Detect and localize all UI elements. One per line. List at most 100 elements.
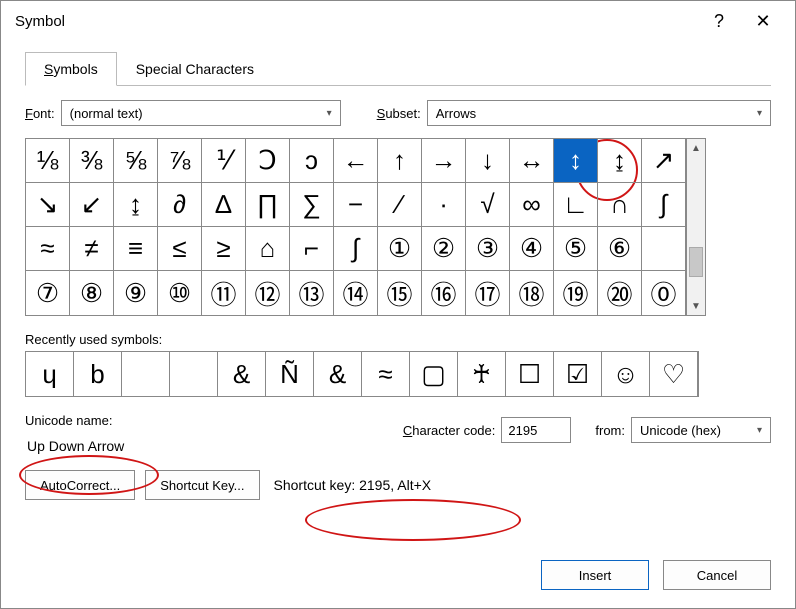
symbol-cell[interactable]: ↙ (70, 183, 114, 227)
tab-special-characters[interactable]: Special Characters (117, 52, 273, 86)
symbol-cell[interactable]: ↔ (510, 139, 554, 183)
scroll-down-icon[interactable]: ▼ (687, 297, 705, 315)
help-button[interactable]: ? (697, 5, 741, 37)
symbol-cell[interactable] (642, 227, 686, 271)
symbol-cell[interactable]: Ↄ (246, 139, 290, 183)
symbol-grid: ⅛⅜⅝⅞⅟Ↄↄ←↑→↓↔↕↨↗↘↙↨∂∆∏∑−∕∙√∞∟∩∫≈≠≡≤≥⌂⌐∫①②… (25, 138, 686, 316)
recent-cell[interactable]: ▢ (410, 352, 458, 396)
symbol-cell[interactable]: ⑩ (158, 271, 202, 315)
shortcut-text: Shortcut key: 2195, Alt+X (270, 477, 436, 493)
cancel-button[interactable]: Cancel (663, 560, 771, 590)
symbol-cell[interactable]: ① (378, 227, 422, 271)
autocorrect-button[interactable]: AutoCorrect... (25, 470, 135, 500)
symbol-cell[interactable]: ∏ (246, 183, 290, 227)
recent-cell[interactable] (122, 352, 170, 396)
titlebar: Symbol ? ✕ (1, 1, 795, 41)
symbol-cell[interactable]: ≥ (202, 227, 246, 271)
recent-cell[interactable] (170, 352, 218, 396)
symbol-cell[interactable]: ↑ (378, 139, 422, 183)
insert-button[interactable]: Insert (541, 560, 649, 590)
symbol-cell[interactable]: ∟ (554, 183, 598, 227)
symbol-cell[interactable]: ↨ (598, 139, 642, 183)
symbol-cell[interactable]: ∩ (598, 183, 642, 227)
recent-cell[interactable]: ≈ (362, 352, 410, 396)
symbol-cell[interactable]: ⑯ (422, 271, 466, 315)
symbol-cell[interactable]: ∞ (510, 183, 554, 227)
symbol-cell[interactable]: ⑰ (466, 271, 510, 315)
symbol-cell[interactable]: ↘ (26, 183, 70, 227)
symbol-cell[interactable]: ⑭ (334, 271, 378, 315)
symbol-cell[interactable]: ⑱ (510, 271, 554, 315)
recent-cell[interactable]: Ñ (266, 352, 314, 396)
recent-cell[interactable]: & (314, 352, 362, 396)
symbol-cell[interactable]: ∂ (158, 183, 202, 227)
symbol-cell[interactable]: ≠ (70, 227, 114, 271)
symbol-cell[interactable]: ← (334, 139, 378, 183)
symbol-cell[interactable]: → (422, 139, 466, 183)
from-select[interactable]: Unicode (hex) ▾ (631, 417, 771, 443)
symbol-cell[interactable]: ∑ (290, 183, 334, 227)
symbol-cell[interactable]: ⑫ (246, 271, 290, 315)
symbol-cell[interactable]: ② (422, 227, 466, 271)
symbol-cell[interactable]: ≡ (114, 227, 158, 271)
symbol-cell[interactable]: ≈ (26, 227, 70, 271)
recent-cell[interactable]: & (218, 352, 266, 396)
recent-cell[interactable]: ☐ (506, 352, 554, 396)
symbol-cell[interactable]: ↕ (554, 139, 598, 183)
grid-scrollbar[interactable]: ▲ ▼ (686, 138, 706, 316)
symbol-cell[interactable]: ↨ (114, 183, 158, 227)
font-select[interactable]: (normal text) ▾ (61, 100, 341, 126)
symbol-cell[interactable]: ⌐ (290, 227, 334, 271)
lower-area: Unicode name: Up Down Arrow Character co… (25, 413, 771, 464)
symbol-cell[interactable]: ③ (466, 227, 510, 271)
symbol-cell[interactable]: ⑧ (70, 271, 114, 315)
recent-cell[interactable]: ɥ (26, 352, 74, 396)
recent-cell[interactable]: ☺ (602, 352, 650, 396)
symbol-cell[interactable]: ↓ (466, 139, 510, 183)
symbol-cell[interactable]: ⑲ (554, 271, 598, 315)
symbol-cell[interactable]: ⌂ (246, 227, 290, 271)
symbol-cell[interactable]: ⑦ (26, 271, 70, 315)
symbol-cell[interactable]: ⓪ (642, 271, 686, 315)
scroll-track[interactable] (687, 157, 705, 297)
scroll-thumb[interactable] (689, 247, 703, 277)
tab-symbols[interactable]: Symbols (25, 52, 117, 86)
symbol-cell[interactable]: ⑮ (378, 271, 422, 315)
recent-cell[interactable]: b (74, 352, 122, 396)
lower-buttons: AutoCorrect... Shortcut Key... Shortcut … (25, 470, 771, 500)
symbol-cell[interactable]: ↄ (290, 139, 334, 183)
charcode-input[interactable]: 2195 (501, 417, 571, 443)
shortcut-key-button[interactable]: Shortcut Key... (145, 470, 259, 500)
symbol-cell[interactable]: ⑨ (114, 271, 158, 315)
symbol-cell[interactable]: ⑪ (202, 271, 246, 315)
symbol-cell[interactable]: ⑳ (598, 271, 642, 315)
recent-cell[interactable]: ♰ (458, 352, 506, 396)
scroll-up-icon[interactable]: ▲ (687, 139, 705, 157)
symbol-cell[interactable]: − (334, 183, 378, 227)
symbol-cell[interactable]: ⅛ (26, 139, 70, 183)
symbol-cell[interactable]: ④ (510, 227, 554, 271)
window-title: Symbol (15, 13, 697, 30)
symbol-cell[interactable]: ⅟ (202, 139, 246, 183)
symbol-cell[interactable]: ∫ (642, 183, 686, 227)
font-subset-row: Font: (normal text) ▾ Subset: Arrows ▾ (25, 100, 771, 126)
symbol-cell[interactable]: ∫ (334, 227, 378, 271)
symbol-cell[interactable]: ∙ (422, 183, 466, 227)
symbol-cell[interactable]: ↗ (642, 139, 686, 183)
symbol-cell[interactable]: √ (466, 183, 510, 227)
chevron-down-icon: ▾ (753, 425, 766, 436)
close-button[interactable]: ✕ (741, 5, 785, 37)
symbol-cell[interactable]: ⑥ (598, 227, 642, 271)
symbol-cell[interactable]: ⅝ (114, 139, 158, 183)
symbol-cell[interactable]: ≤ (158, 227, 202, 271)
subset-select[interactable]: Arrows ▾ (427, 100, 771, 126)
symbol-cell[interactable]: ⅜ (70, 139, 114, 183)
recent-cell[interactable]: ☑ (554, 352, 602, 396)
symbol-cell[interactable]: ∕ (378, 183, 422, 227)
recent-cell[interactable]: ♡ (650, 352, 698, 396)
symbol-cell[interactable]: ⅞ (158, 139, 202, 183)
symbol-cell[interactable]: ⑤ (554, 227, 598, 271)
symbol-cell[interactable]: ⑬ (290, 271, 334, 315)
subset-label: Subset: (377, 106, 421, 121)
symbol-cell[interactable]: ∆ (202, 183, 246, 227)
